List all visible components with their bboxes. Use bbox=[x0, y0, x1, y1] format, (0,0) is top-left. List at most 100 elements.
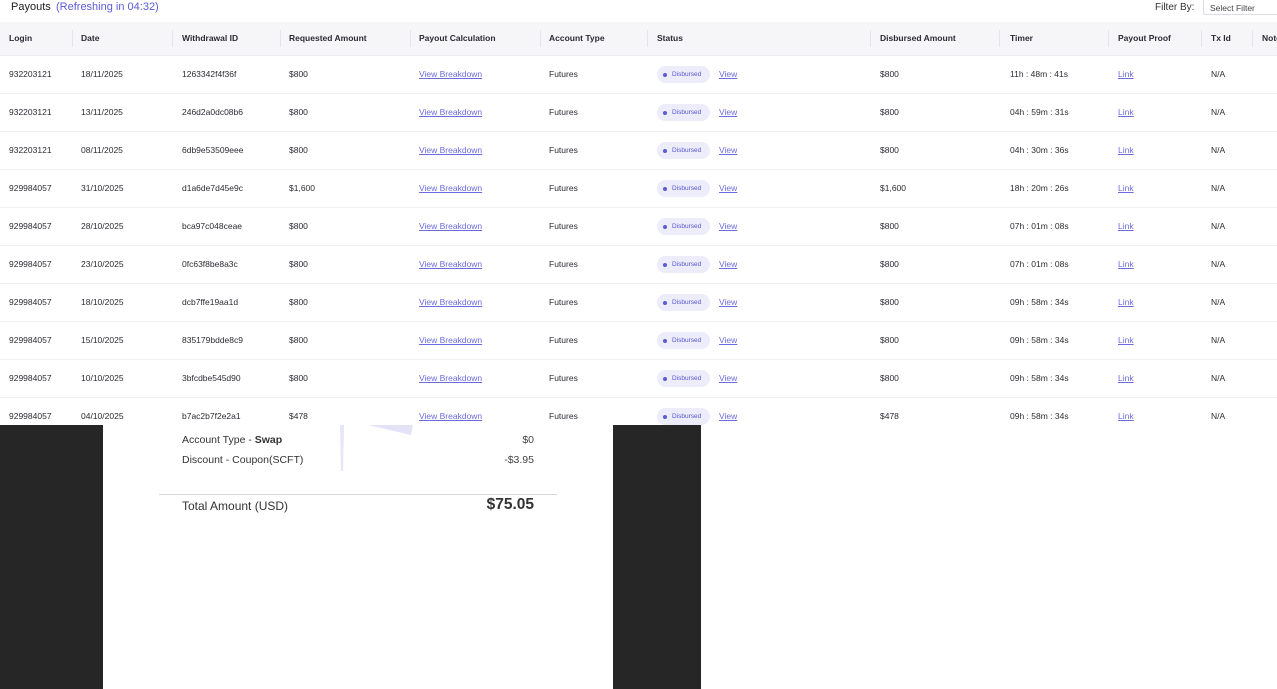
payout-proof-link[interactable]: Link bbox=[1118, 283, 1134, 321]
cell-tx-id: N/A bbox=[1211, 183, 1226, 193]
payout-proof-link[interactable]: Link bbox=[1118, 321, 1134, 359]
view-breakdown-link[interactable]: View Breakdown bbox=[419, 131, 482, 169]
view-breakdown-link[interactable]: View Breakdown bbox=[419, 359, 482, 397]
cell-timer: 11h : 48m : 41s bbox=[1010, 69, 1068, 79]
cell-login: 932203121 bbox=[9, 107, 52, 117]
status-view-link[interactable]: View bbox=[719, 131, 737, 169]
view-breakdown-link[interactable]: View Breakdown bbox=[419, 245, 482, 283]
column-header-requested-amount: Requested Amount bbox=[289, 33, 367, 43]
decorative-streak bbox=[340, 425, 413, 471]
cell-disbursed-amount: $1,600 bbox=[880, 183, 906, 193]
cell-date: 04/10/2025 bbox=[81, 411, 124, 421]
column-divider bbox=[1108, 30, 1109, 47]
table-row: 932203121 13/11/2025 246d2a0dc08b6 $800 … bbox=[0, 93, 1277, 132]
status-view-link[interactable]: View bbox=[719, 283, 737, 321]
cell-withdrawal-id: 246d2a0dc08b6 bbox=[182, 107, 243, 117]
payout-proof-link[interactable]: Link bbox=[1118, 93, 1134, 131]
cell-requested-amount: $1,600 bbox=[289, 183, 315, 193]
cell-login: 929984057 bbox=[9, 373, 52, 383]
cell-date: 08/11/2025 bbox=[81, 145, 123, 155]
cell-withdrawal-id: 0fc63f8be8a3c bbox=[182, 259, 238, 269]
view-breakdown-link[interactable]: View Breakdown bbox=[419, 207, 482, 245]
cell-timer: 18h : 20m : 26s bbox=[1010, 183, 1069, 193]
account-type-amount: $0 bbox=[522, 434, 534, 446]
status-badge: Disbursed bbox=[657, 180, 710, 197]
cell-disbursed-amount: $800 bbox=[880, 259, 899, 269]
cell-tx-id: N/A bbox=[1211, 297, 1226, 307]
cell-disbursed-amount: $800 bbox=[880, 335, 899, 345]
view-breakdown-link[interactable]: View Breakdown bbox=[419, 283, 482, 321]
cell-disbursed-amount: $800 bbox=[880, 221, 899, 231]
cell-withdrawal-id: 6db9e53509eee bbox=[182, 145, 244, 155]
cell-disbursed-amount: $800 bbox=[880, 69, 899, 79]
payout-proof-link[interactable]: Link bbox=[1118, 55, 1134, 93]
cell-account-type: Futures bbox=[549, 69, 578, 79]
cell-requested-amount: $800 bbox=[289, 259, 308, 269]
cell-timer: 09h : 58m : 34s bbox=[1010, 373, 1069, 383]
status-view-link[interactable]: View bbox=[719, 245, 737, 283]
order-summary-panel: Account Type - Swap $0 Discount - Coupon… bbox=[103, 425, 613, 689]
cell-account-type: Futures bbox=[549, 107, 578, 117]
dark-overlay-right bbox=[613, 425, 701, 689]
column-header-withdrawal-id: Withdrawal ID bbox=[182, 33, 239, 43]
column-header-note: Note bbox=[1262, 33, 1277, 43]
column-divider bbox=[1201, 30, 1202, 47]
refresh-countdown: (Refreshing in 04:32) bbox=[56, 1, 159, 13]
payout-proof-link[interactable]: Link bbox=[1118, 359, 1134, 397]
cell-withdrawal-id: b7ac2b7f2e2a1 bbox=[182, 411, 241, 421]
cell-account-type: Futures bbox=[549, 297, 578, 307]
cell-withdrawal-id: 3bfcdbe545d90 bbox=[182, 373, 241, 383]
column-header-timer: Timer bbox=[1010, 33, 1033, 43]
column-divider bbox=[72, 30, 73, 47]
status-view-link[interactable]: View bbox=[719, 207, 737, 245]
view-breakdown-link[interactable]: View Breakdown bbox=[419, 169, 482, 207]
cell-requested-amount: $800 bbox=[289, 221, 308, 231]
cell-date: 18/11/2025 bbox=[81, 69, 123, 79]
filter-select[interactable]: Select Filter bbox=[1203, 0, 1277, 15]
status-view-link[interactable]: View bbox=[719, 169, 737, 207]
cell-requested-amount: $800 bbox=[289, 145, 308, 155]
column-divider bbox=[410, 30, 411, 47]
payout-proof-link[interactable]: Link bbox=[1118, 131, 1134, 169]
status-badge: Disbursed bbox=[657, 142, 710, 159]
status-view-link[interactable]: View bbox=[719, 93, 737, 131]
payout-proof-link[interactable]: Link bbox=[1118, 245, 1134, 283]
cell-tx-id: N/A bbox=[1211, 221, 1226, 231]
cell-withdrawal-id: 1263342f4f36f bbox=[182, 69, 237, 79]
table-row: 929984057 23/10/2025 0fc63f8be8a3c $800 … bbox=[0, 245, 1277, 284]
cell-tx-id: N/A bbox=[1211, 107, 1226, 117]
table-row: 929984057 10/10/2025 3bfcdbe545d90 $800 … bbox=[0, 359, 1277, 398]
cell-requested-amount: $478 bbox=[289, 411, 308, 421]
cell-disbursed-amount: $800 bbox=[880, 145, 899, 155]
cell-date: 23/10/2025 bbox=[81, 259, 124, 269]
column-header-disbursed-amount: Disbursed Amount bbox=[880, 33, 956, 43]
discount-amount: -$3.95 bbox=[504, 454, 534, 466]
status-view-link[interactable]: View bbox=[719, 55, 737, 93]
status-view-link[interactable]: View bbox=[719, 321, 737, 359]
page-header: Payouts (Refreshing in 04:32) Filter By:… bbox=[0, 0, 1277, 22]
view-breakdown-link[interactable]: View Breakdown bbox=[419, 93, 482, 131]
cell-disbursed-amount: $800 bbox=[880, 297, 899, 307]
table-header: Login Date Withdrawal ID Requested Amoun… bbox=[0, 22, 1277, 56]
cell-account-type: Futures bbox=[549, 335, 578, 345]
table-row: 929984057 31/10/2025 d1a6de7d45e9c $1,60… bbox=[0, 169, 1277, 208]
column-header-account-type: Account Type bbox=[549, 33, 605, 43]
view-breakdown-link[interactable]: View Breakdown bbox=[419, 397, 482, 425]
payout-proof-link[interactable]: Link bbox=[1118, 207, 1134, 245]
payout-proof-link[interactable]: Link bbox=[1118, 397, 1134, 425]
payout-proof-link[interactable]: Link bbox=[1118, 169, 1134, 207]
view-breakdown-link[interactable]: View Breakdown bbox=[419, 321, 482, 359]
total-label: Total Amount (USD) bbox=[182, 499, 289, 513]
cell-timer: 04h : 59m : 31s bbox=[1010, 107, 1069, 117]
cell-date: 31/10/2025 bbox=[81, 183, 124, 193]
cell-date: 28/10/2025 bbox=[81, 221, 124, 231]
cell-withdrawal-id: 835179bdde8c9 bbox=[182, 335, 243, 345]
column-header-login: Login bbox=[9, 33, 33, 43]
cell-timer: 07h : 01m : 08s bbox=[1010, 259, 1069, 269]
status-view-link[interactable]: View bbox=[719, 397, 737, 425]
column-header-payout-proof: Payout Proof bbox=[1118, 33, 1171, 43]
view-breakdown-link[interactable]: View Breakdown bbox=[419, 55, 482, 93]
cell-login: 932203121 bbox=[9, 69, 52, 79]
cell-requested-amount: $800 bbox=[289, 107, 308, 117]
status-view-link[interactable]: View bbox=[719, 359, 737, 397]
